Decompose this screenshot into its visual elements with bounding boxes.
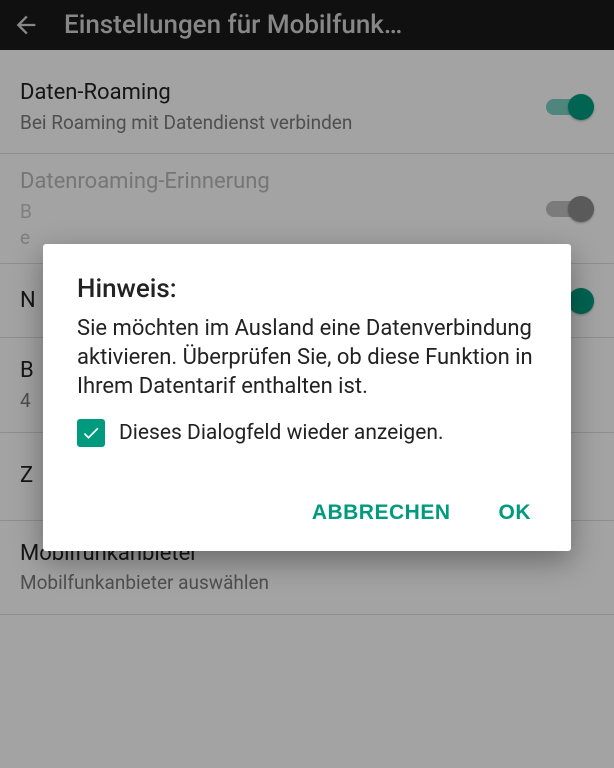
dialog-title: Hinweis: <box>77 274 541 304</box>
checkbox-checked-icon[interactable] <box>77 419 105 447</box>
roaming-warning-dialog: Hinweis: Sie möchten im Ausland eine Dat… <box>43 244 571 551</box>
checkbox-label: Dieses Dialogfeld wieder anzeigen. <box>119 421 444 445</box>
dialog-checkbox-row[interactable]: Dieses Dialogfeld wieder anzeigen. <box>77 419 541 447</box>
ok-button[interactable]: OK <box>495 495 536 531</box>
cancel-button[interactable]: ABBRECHEN <box>308 495 455 531</box>
dialog-actions: ABBRECHEN OK <box>77 495 541 531</box>
dialog-body: Sie möchten im Ausland eine Datenverbind… <box>77 314 541 401</box>
